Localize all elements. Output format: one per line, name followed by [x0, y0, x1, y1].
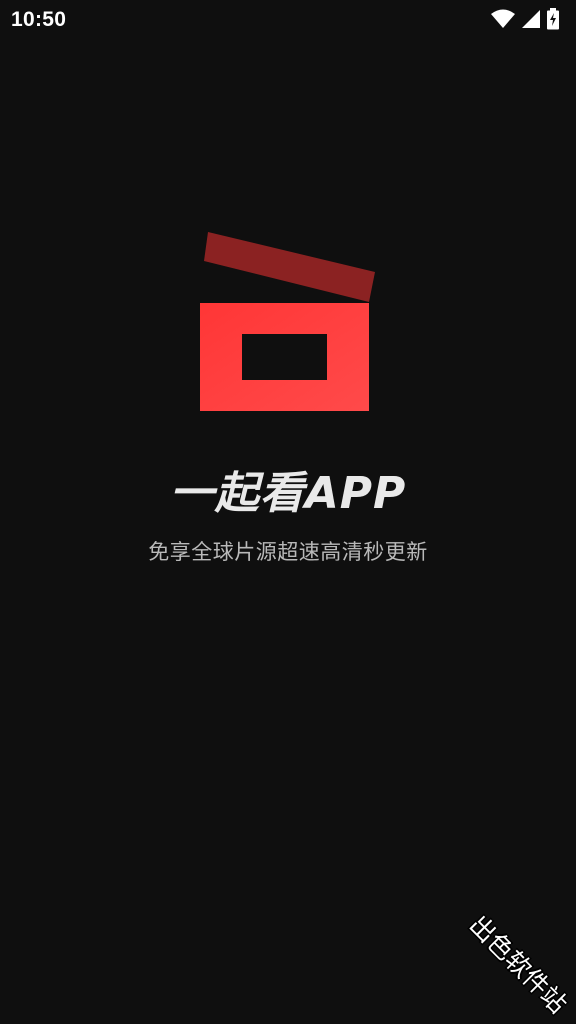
- battery-charging-icon: [547, 8, 559, 30]
- status-icons: [490, 8, 566, 30]
- status-time: 10:50: [11, 8, 67, 31]
- cellular-signal-icon: [522, 10, 540, 28]
- clapperboard-logo-icon: [198, 230, 378, 415]
- app-tagline: 免享全球片源超速高清秒更新: [148, 540, 428, 564]
- app-title: 一起看APP: [169, 468, 407, 519]
- wifi-icon: [491, 9, 515, 28]
- watermark: 出色软件站: [463, 909, 573, 1019]
- status-bar: 10:50: [0, 0, 576, 40]
